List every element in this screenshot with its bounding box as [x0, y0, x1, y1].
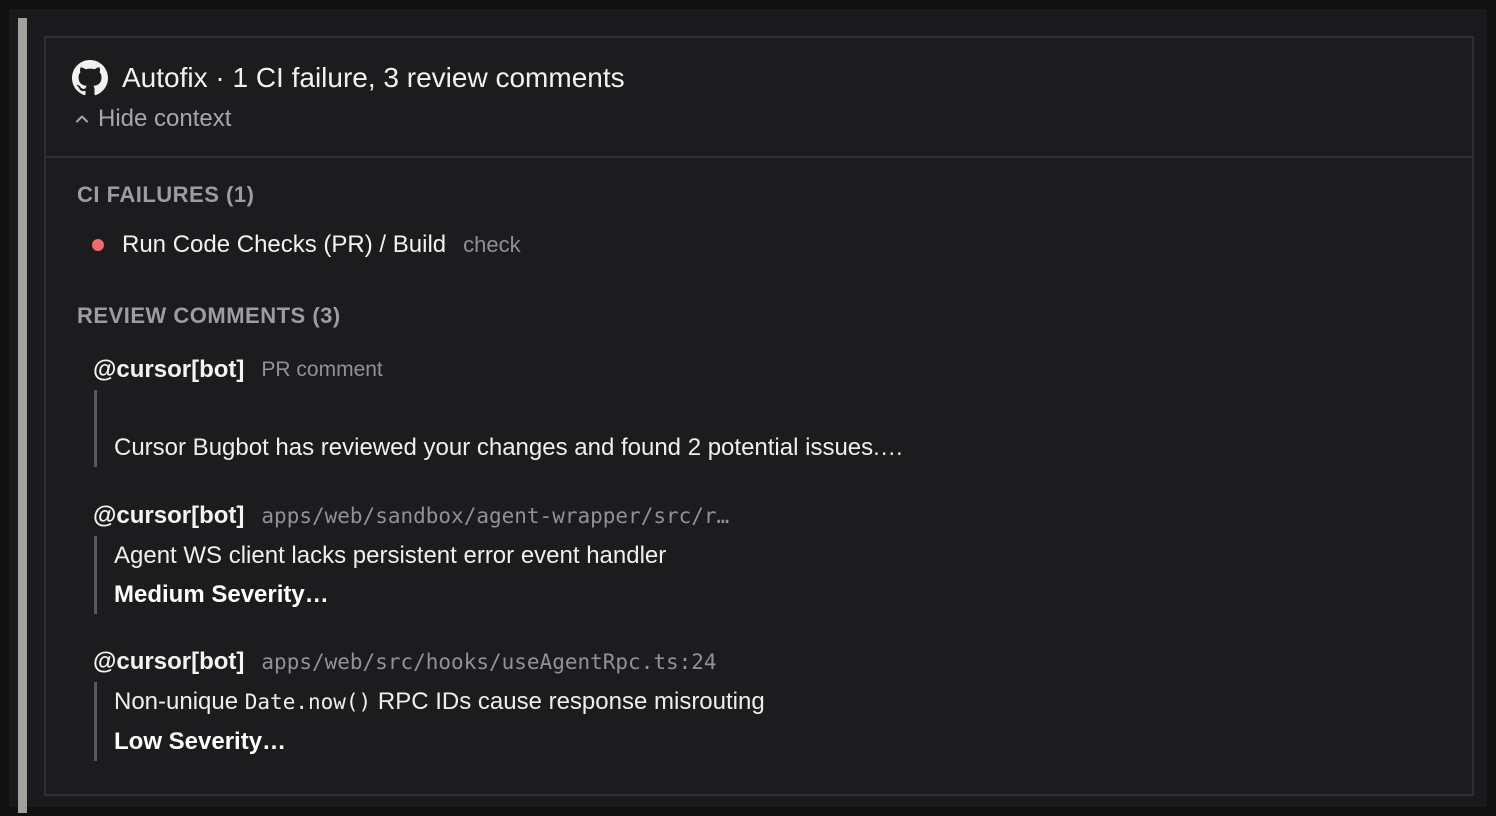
panel-header: Autofix · 1 CI failure, 3 review comment… — [46, 38, 1472, 158]
status-dot-icon — [92, 239, 104, 251]
comment-severity: Medium Severity… — [114, 581, 329, 608]
selection-accent-bar — [18, 18, 27, 813]
hide-context-toggle[interactable]: Hide context — [74, 104, 231, 134]
autofix-window: Autofix · 1 CI failure, 3 review comment… — [0, 0, 1496, 816]
comment-file-path[interactable]: apps/web/sandbox/agent-wrapper/src/r… — [261, 504, 729, 528]
review-comment[interactable]: @cursor[bot] apps/web/sandbox/agent-wrap… — [93, 500, 729, 614]
comment-text: Non-unique Date.now() RPC IDs cause resp… — [114, 682, 765, 722]
ci-failure-tag: check — [463, 232, 521, 257]
comment-text-pre: Non-unique — [114, 688, 245, 715]
comment-author: @cursor[bot] — [93, 356, 245, 383]
autofix-panel: Autofix · 1 CI failure, 3 review comment… — [44, 36, 1474, 796]
comment-author: @cursor[bot] — [93, 648, 245, 675]
review-comment[interactable]: @cursor[bot] PR comment Cursor Bugbot ha… — [93, 354, 904, 467]
comment-location: PR comment — [261, 358, 383, 381]
ci-failure-item[interactable]: Run Code Checks (PR) / Build check — [92, 228, 521, 262]
panel-title: Autofix · 1 CI failure, 3 review comment… — [122, 62, 625, 93]
comment-text: Cursor Bugbot has reviewed your changes … — [114, 434, 904, 461]
comment-severity: Low Severity… — [114, 728, 287, 755]
comment-file-path[interactable]: apps/web/src/hooks/useAgentRpc.ts:24 — [261, 650, 716, 674]
comment-body: Non-unique Date.now() RPC IDs cause resp… — [94, 682, 765, 761]
comment-body: Cursor Bugbot has reviewed your changes … — [94, 390, 904, 467]
comment-body: Agent WS client lacks persistent error e… — [94, 536, 729, 614]
comment-author: @cursor[bot] — [93, 502, 245, 529]
review-comments-heading: REVIEW COMMENTS (3) — [77, 303, 341, 328]
ci-failures-heading: CI FAILURES (1) — [77, 182, 255, 207]
hide-context-label: Hide context — [98, 105, 232, 132]
comment-text-post: RPC IDs cause response misrouting — [371, 688, 765, 715]
comment-header: @cursor[bot] PR comment — [93, 354, 383, 386]
inline-code: Date.now() — [244, 690, 372, 714]
chevron-up-icon — [76, 115, 88, 123]
comment-text: Agent WS client lacks persistent error e… — [114, 542, 667, 569]
review-comment[interactable]: @cursor[bot] apps/web/src/hooks/useAgent… — [93, 646, 765, 761]
github-icon — [72, 60, 108, 96]
comment-header: @cursor[bot] apps/web/sandbox/agent-wrap… — [93, 500, 729, 532]
ci-failure-name: Run Code Checks (PR) / Build — [122, 231, 447, 258]
comment-header: @cursor[bot] apps/web/src/hooks/useAgent… — [93, 646, 765, 678]
